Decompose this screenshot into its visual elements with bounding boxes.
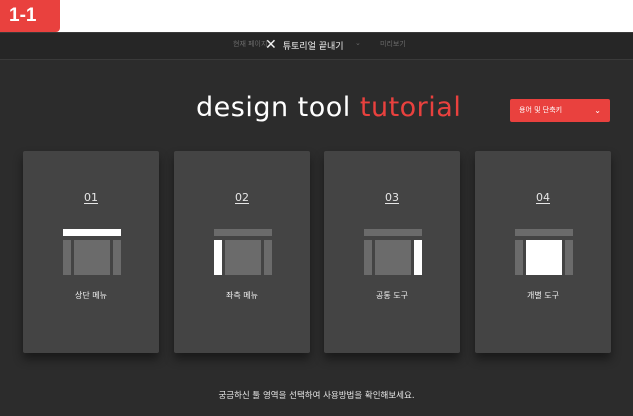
close-tutorial-button[interactable]: ✕ 튜토리얼 끝내기 — [265, 35, 344, 55]
card-top-menu[interactable]: 01 상단 메뉴 — [23, 151, 159, 353]
chevron-down-icon: ⌄ — [594, 106, 601, 115]
individual-tools-layout-icon — [515, 229, 573, 275]
tutorial-overlay: 현재 페이지 ✕ 튜토리얼 끝내기 ⌄ 미리보기 design tool tut… — [0, 32, 633, 416]
top-menu-bar: 현재 페이지 ✕ 튜토리얼 끝내기 ⌄ 미리보기 — [0, 32, 633, 60]
hint-text: 궁금하신 툴 영역을 선택하여 사용방법을 확인해보세요. — [218, 391, 415, 401]
left-menu-layout-icon — [214, 229, 272, 275]
tool-area-cards: 01 상단 메뉴 02 좌측 메뉴 03 공통 도구 04 개별 도구 — [0, 151, 633, 353]
close-tutorial-label: 튜토리얼 끝내기 — [282, 41, 344, 52]
terms-shortcuts-dropdown[interactable]: 용어 및 단축키 ⌄ — [510, 99, 610, 122]
card-label: 개별 도구 — [527, 291, 559, 300]
card-common-tools[interactable]: 03 공통 도구 — [324, 151, 460, 353]
step-badge: 1-1 — [0, 0, 60, 32]
tutorial-logo: design tool tutorial — [196, 92, 461, 123]
card-left-menu[interactable]: 02 좌측 메뉴 — [174, 151, 310, 353]
top-menu-layout-icon — [63, 229, 121, 275]
close-icon: ✕ — [265, 37, 277, 53]
card-label: 상단 메뉴 — [75, 291, 107, 300]
card-number: 02 — [235, 191, 249, 204]
chevron-down-icon: ⌄ — [355, 39, 361, 47]
logo-word-design-tool: design tool — [196, 92, 360, 123]
preview-text: 미리보기 — [380, 40, 406, 48]
card-number: 04 — [536, 191, 550, 204]
card-label: 공통 도구 — [376, 291, 408, 300]
card-individual-tools[interactable]: 04 개별 도구 — [475, 151, 611, 353]
current-page-text: 현재 페이지 — [233, 40, 268, 48]
common-tools-layout-icon — [364, 229, 422, 275]
card-number: 01 — [84, 191, 98, 204]
card-label: 좌측 메뉴 — [226, 291, 258, 300]
card-number: 03 — [385, 191, 399, 204]
logo-word-tutorial: tutorial — [359, 92, 462, 123]
terms-shortcuts-label: 용어 및 단축키 — [519, 106, 563, 114]
